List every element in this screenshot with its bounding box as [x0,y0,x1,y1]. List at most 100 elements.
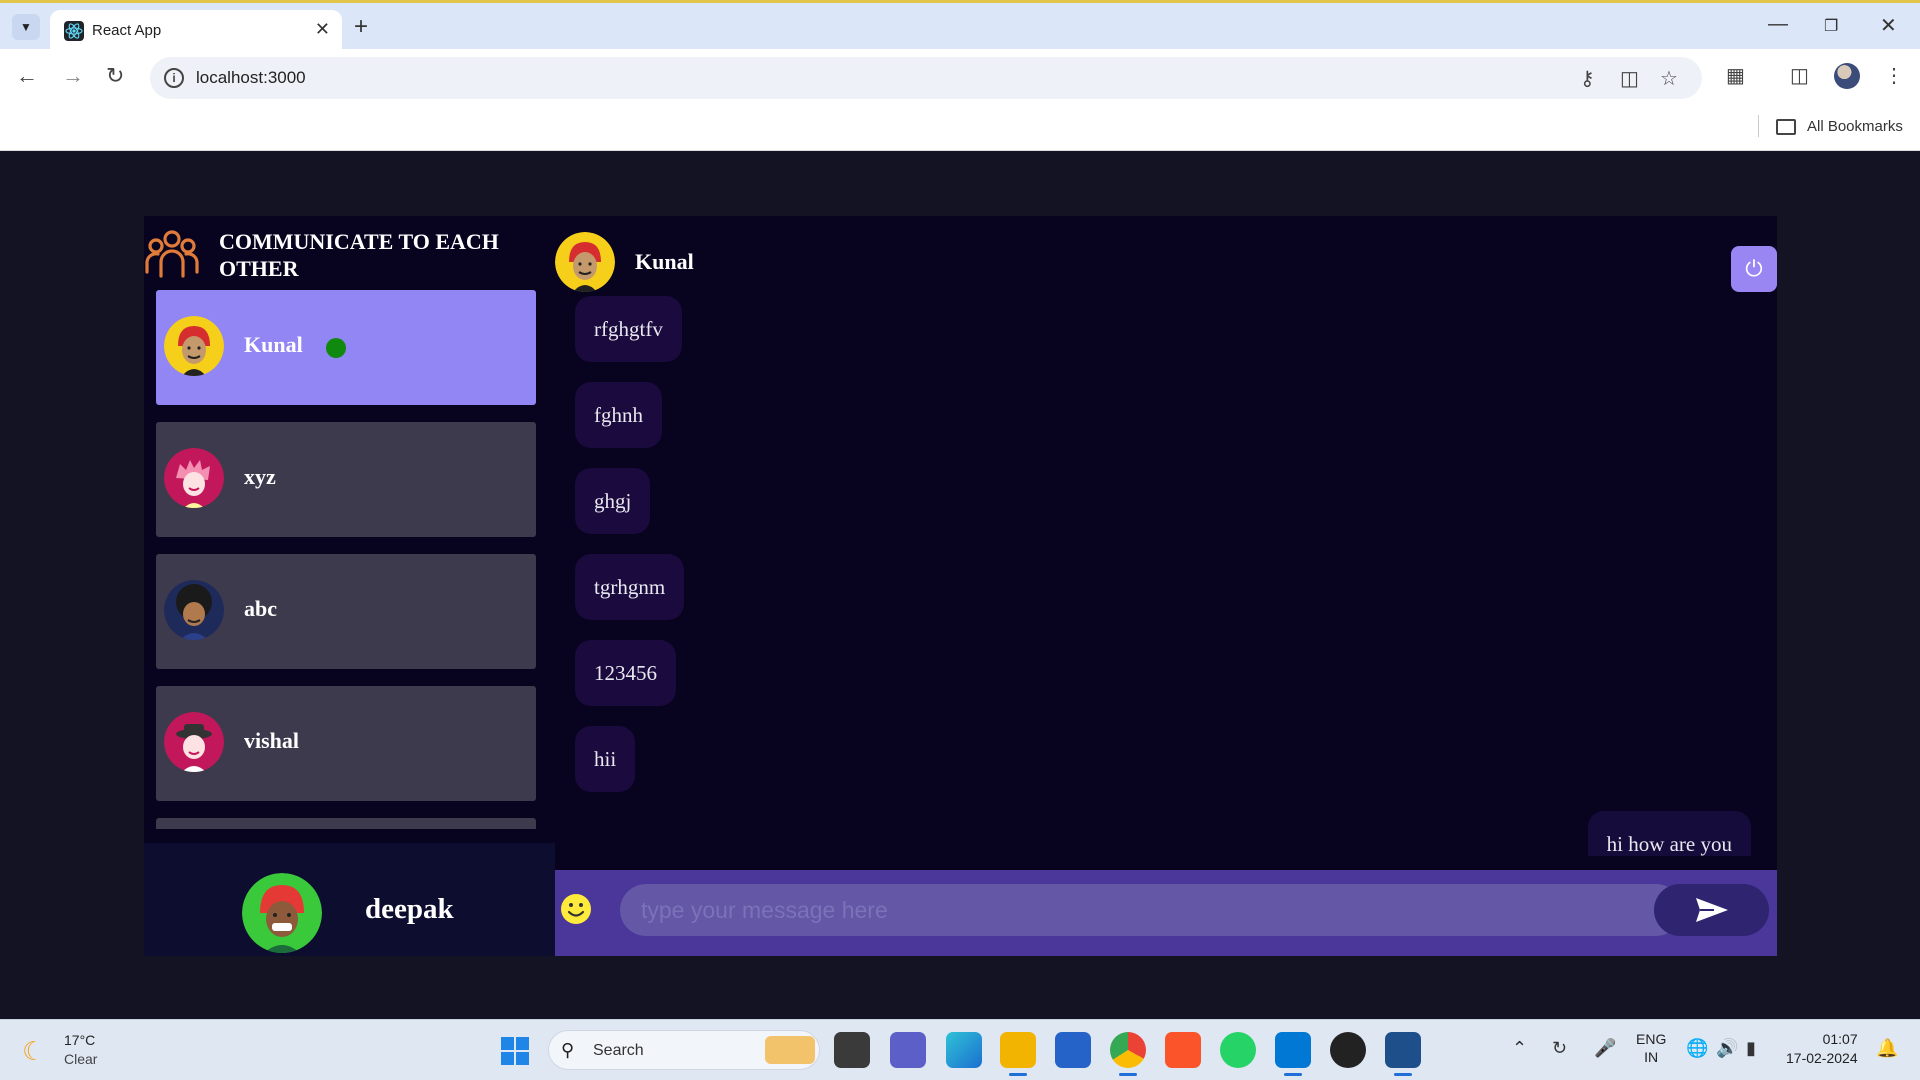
contact-item-partial[interactable] [156,818,536,829]
contact-name: abc [244,596,277,621]
page-background: COMMUNICATE TO EACH OTHER Kunal xyz abc [3,151,1917,1019]
brave-icon[interactable] [1165,1032,1201,1068]
edge-icon[interactable] [946,1032,982,1068]
tab-title: React App [92,22,162,39]
moon-weather-icon[interactable]: ☾ [22,1036,45,1067]
install-app-icon[interactable]: ◫ [1620,66,1639,91]
back-arrow-icon[interactable]: ← [16,63,38,89]
messages-area: rfghgtfv fghnh ghgj tgrhgnm 123456 hii h… [555,296,1777,856]
clock-time: 01:07 [1822,1031,1858,1047]
new-tab-icon[interactable]: + [354,13,368,41]
brand: COMMUNICATE TO EACH OTHER [144,226,552,286]
app-window-icon[interactable] [1385,1032,1421,1076]
clock-date: 17-02-2024 [1786,1050,1858,1066]
brand-title: COMMUNICATE TO EACH OTHER [219,229,499,281]
volume-icon[interactable]: 🔊 [1716,1038,1738,1059]
teams-icon[interactable] [890,1032,926,1068]
notification-bell-icon[interactable]: 🔔 [1876,1038,1898,1059]
message-sent: hi how are you [1587,811,1751,856]
chrome-icon[interactable] [1110,1032,1146,1076]
emoji-picker-icon[interactable] [559,892,593,926]
browser-toolbar: ← → ↻ i localhost:3000 ⚷ ◫ ☆ ▦ ◫ ⋮ [0,49,1920,105]
taskbar-search[interactable]: ⚲ Search [548,1030,820,1070]
contact-item-vishal[interactable]: vishal [156,686,536,801]
browser-tabstrip: ▼ React App ✕ + — ❐ ✕ [0,0,1920,52]
windows-start-icon[interactable] [500,1036,530,1066]
tray-chevron-up-icon[interactable]: ⌃ [1512,1038,1527,1059]
sync-icon[interactable]: ↻ [1552,1038,1567,1059]
online-status-dot [326,338,346,358]
tab-react-app[interactable]: React App ✕ [50,10,342,52]
extensions-icon[interactable]: ▦ [1726,63,1745,88]
contact-item-xyz[interactable]: xyz [156,422,536,537]
password-key-icon[interactable]: ⚷ [1580,66,1595,91]
network-globe-icon[interactable]: 🌐 [1686,1038,1708,1059]
language-indicator[interactable]: ENG IN [1636,1030,1666,1066]
bookmarks-separator [1758,115,1759,137]
chat-header-name: Kunal [635,249,694,274]
folder-icon [1776,119,1796,135]
search-highlight-icon [765,1036,815,1064]
avatar [164,580,224,640]
contact-name: vishal [244,728,300,753]
os-taskbar: ☾ 17°C Clear ⚲ Search ⌃ ↻ 🎤 ENG IN 🌐 🔊 ▮… [0,1019,1920,1080]
battery-icon[interactable]: ▮ [1746,1038,1756,1059]
reload-icon[interactable]: ↻ [106,63,124,89]
bookmarks-bar: All Bookmarks [0,105,1920,151]
message-received: 123456 [575,640,676,706]
chat-header: Kunal [555,229,1777,294]
restore-icon[interactable]: ❐ [1824,16,1838,36]
avatar [164,712,224,772]
address-bar[interactable]: i localhost:3000 ⚷ ◫ ☆ [150,57,1702,99]
close-window-icon[interactable]: ✕ [1880,13,1897,38]
message-received: ghgj [575,468,651,534]
weather-condition[interactable]: Clear [64,1051,97,1067]
task-view-icon[interactable] [834,1032,870,1068]
contacts-list[interactable]: Kunal xyz abc vishal [156,290,538,829]
menu-kebab-icon[interactable]: ⋮ [1884,63,1904,88]
message-received: rfghgtfv [575,296,682,362]
contact-name: Kunal [244,332,303,357]
vscode-icon[interactable] [1275,1032,1311,1076]
lang-code: ENG [1636,1031,1667,1047]
site-info-icon[interactable]: i [164,68,184,88]
message-received: fghnh [575,382,662,448]
send-icon [1696,898,1728,922]
tab-search-chevron-icon[interactable]: ▼ [12,14,40,40]
message-input-bar [555,870,1777,956]
message-input[interactable] [620,884,1682,936]
whatsapp-icon[interactable] [1220,1032,1256,1068]
url-text[interactable]: localhost:3000 [196,68,306,88]
profile-avatar[interactable] [1834,63,1860,89]
current-user-name: deepak [365,893,454,925]
message-received: tgrhgnm [575,554,685,620]
clock[interactable]: 01:07 17-02-2024 [1786,1030,1858,1068]
contact-item-abc[interactable]: abc [156,554,536,669]
search-icon: ⚲ [561,1040,575,1060]
search-label: Search [593,1042,644,1059]
contact-name: xyz [244,464,276,489]
contact-item-kunal[interactable]: Kunal [156,290,536,405]
current-user-panel: deepak [144,843,555,956]
react-favicon-icon [64,21,84,41]
minimize-icon[interactable]: — [1768,13,1788,36]
obs-icon[interactable] [1330,1032,1366,1068]
region-code: IN [1644,1049,1659,1065]
ms-store-icon[interactable] [1055,1032,1091,1068]
logout-power-icon[interactable]: ⏻ [1731,246,1777,292]
forward-arrow-icon[interactable]: → [62,63,84,89]
weather-temperature[interactable]: 17°C [64,1032,95,1048]
avatar [555,232,615,292]
file-explorer-icon[interactable] [1000,1032,1036,1076]
avatar [164,448,224,508]
side-panel-icon[interactable]: ◫ [1790,63,1809,88]
message-received: hii [575,726,636,792]
users-group-icon [145,230,199,278]
all-bookmarks-link[interactable]: All Bookmarks [1807,118,1903,135]
tab-close-icon[interactable]: ✕ [315,19,330,40]
avatar [164,316,224,376]
microphone-icon[interactable]: 🎤 [1594,1038,1616,1059]
avatar [242,873,322,953]
send-button[interactable] [1654,884,1769,936]
bookmark-star-icon[interactable]: ☆ [1660,66,1678,91]
